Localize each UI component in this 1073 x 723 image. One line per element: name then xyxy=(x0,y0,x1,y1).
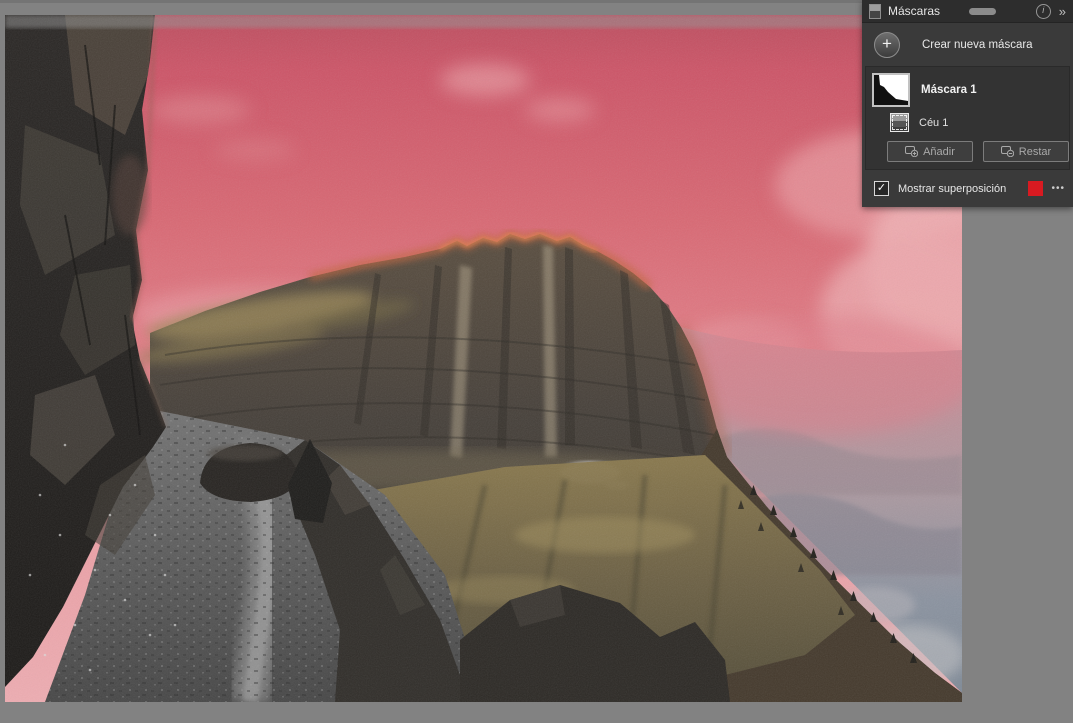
add-shape-icon xyxy=(905,146,919,157)
component-name: Céu 1 xyxy=(919,116,949,129)
panel-icon xyxy=(869,3,881,19)
create-mask-button[interactable]: + xyxy=(874,31,900,58)
mask-name: Máscara 1 xyxy=(921,84,977,96)
overlay-options-icon[interactable]: ••• xyxy=(1051,183,1065,194)
mask-row[interactable]: Máscara 1 xyxy=(866,71,1069,110)
subtract-from-mask-button[interactable]: Restar xyxy=(983,141,1069,162)
show-overlay-row: ✓ Mostrar superposición ••• xyxy=(862,170,1073,207)
drag-handle-icon[interactable] xyxy=(969,7,997,15)
component-thumbnail[interactable] xyxy=(890,113,909,132)
mask-component-row[interactable]: Céu 1 xyxy=(866,110,1069,136)
photo-canvas[interactable] xyxy=(5,15,962,702)
selection-ants-icon xyxy=(892,115,907,130)
show-overlay-checkbox[interactable]: ✓ xyxy=(874,181,889,196)
mask-buttons-row: Añadir Restar xyxy=(866,141,1069,162)
show-overlay-label: Mostrar superposición xyxy=(898,182,1007,195)
landscape-photo xyxy=(5,15,962,702)
add-to-mask-button[interactable]: Añadir xyxy=(887,141,973,162)
masks-panel-header[interactable]: Máscaras i » xyxy=(862,0,1073,23)
mask-thumbnail[interactable] xyxy=(872,73,910,107)
masks-panel: Máscaras i » + Crear nueva máscara Másca… xyxy=(862,0,1073,207)
mask-group: Máscara 1 Céu 1 Añadir Restar xyxy=(865,66,1070,170)
info-icon[interactable]: i xyxy=(1035,3,1051,19)
panel-title: Máscaras xyxy=(888,4,941,18)
create-mask-row[interactable]: + Crear nueva máscara xyxy=(862,23,1073,66)
subtract-shape-icon xyxy=(1000,146,1014,157)
collapse-panel-icon[interactable]: » xyxy=(1059,5,1066,18)
mask-preview-icon xyxy=(874,75,908,105)
create-mask-label: Crear nueva máscara xyxy=(922,38,1033,51)
subtract-button-label: Restar xyxy=(1018,145,1052,158)
add-button-label: Añadir xyxy=(923,145,955,158)
overlay-color-swatch[interactable] xyxy=(1028,181,1044,196)
